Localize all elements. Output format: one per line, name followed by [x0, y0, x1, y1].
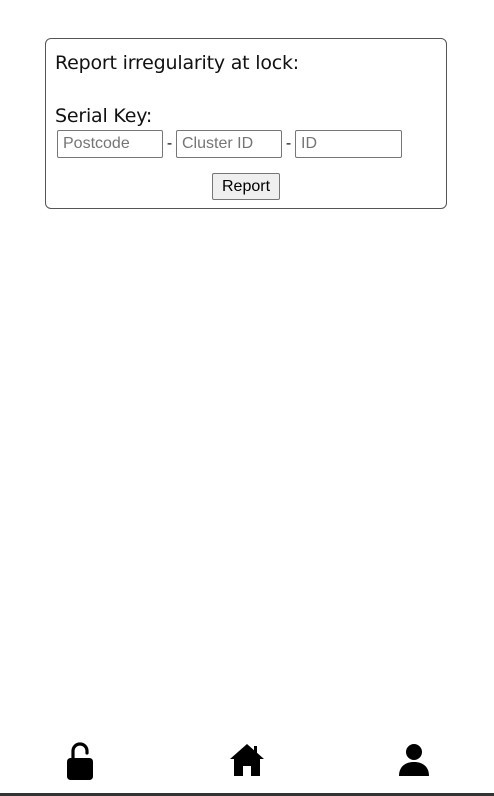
bottom-nav	[0, 727, 494, 793]
nav-home-button[interactable]	[217, 727, 277, 793]
report-irregularity-card: Report irregularity at lock: Serial Key:…	[45, 38, 447, 209]
nav-lock-button[interactable]	[50, 727, 110, 793]
serial-separator: -	[166, 135, 173, 152]
postcode-input[interactable]	[57, 130, 163, 158]
serial-key-label: Serial Key:	[55, 105, 153, 127]
cluster-id-input[interactable]	[176, 130, 282, 158]
card-title: Report irregularity at lock:	[55, 52, 299, 74]
user-icon	[399, 744, 429, 776]
serial-separator: -	[285, 135, 292, 152]
report-button[interactable]: Report	[211, 173, 281, 200]
serial-key-fields: - -	[57, 130, 437, 158]
home-icon	[230, 744, 264, 776]
nav-profile-button[interactable]	[384, 727, 444, 793]
id-input[interactable]	[295, 130, 402, 158]
lock-icon	[67, 742, 93, 780]
page: Report irregularity at lock: Serial Key:…	[0, 0, 494, 796]
submit-row: Report	[55, 173, 437, 200]
